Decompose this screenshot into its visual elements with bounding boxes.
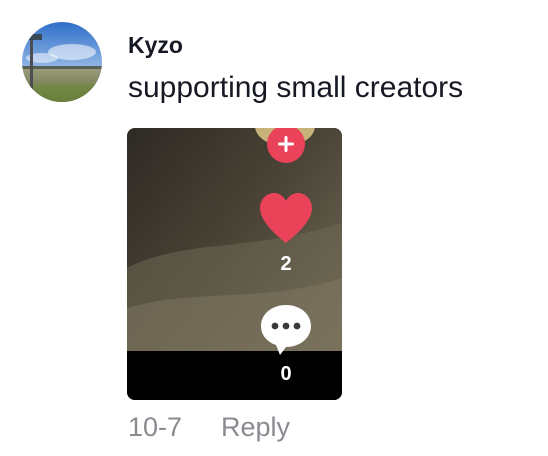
comment-bubble-icon xyxy=(261,305,311,355)
comment-item: Kyzo supporting small creators 2 0 10-7 … xyxy=(0,0,548,456)
like-count: 2 xyxy=(280,253,292,275)
reply-button[interactable]: Reply xyxy=(221,410,290,444)
comment-text: supporting small creators xyxy=(128,71,464,104)
video-thumbnail[interactable]: 2 0 xyxy=(127,128,342,400)
comment-count: 0 xyxy=(280,363,292,385)
avatar[interactable] xyxy=(22,22,102,102)
avatar-image xyxy=(22,22,102,102)
like-button[interactable] xyxy=(257,191,315,245)
plus-icon xyxy=(278,136,294,152)
comment-date: 10-7 xyxy=(128,412,183,442)
username[interactable]: Kyzo xyxy=(128,30,183,60)
comment-button[interactable] xyxy=(258,302,314,358)
heart-icon xyxy=(260,193,312,243)
